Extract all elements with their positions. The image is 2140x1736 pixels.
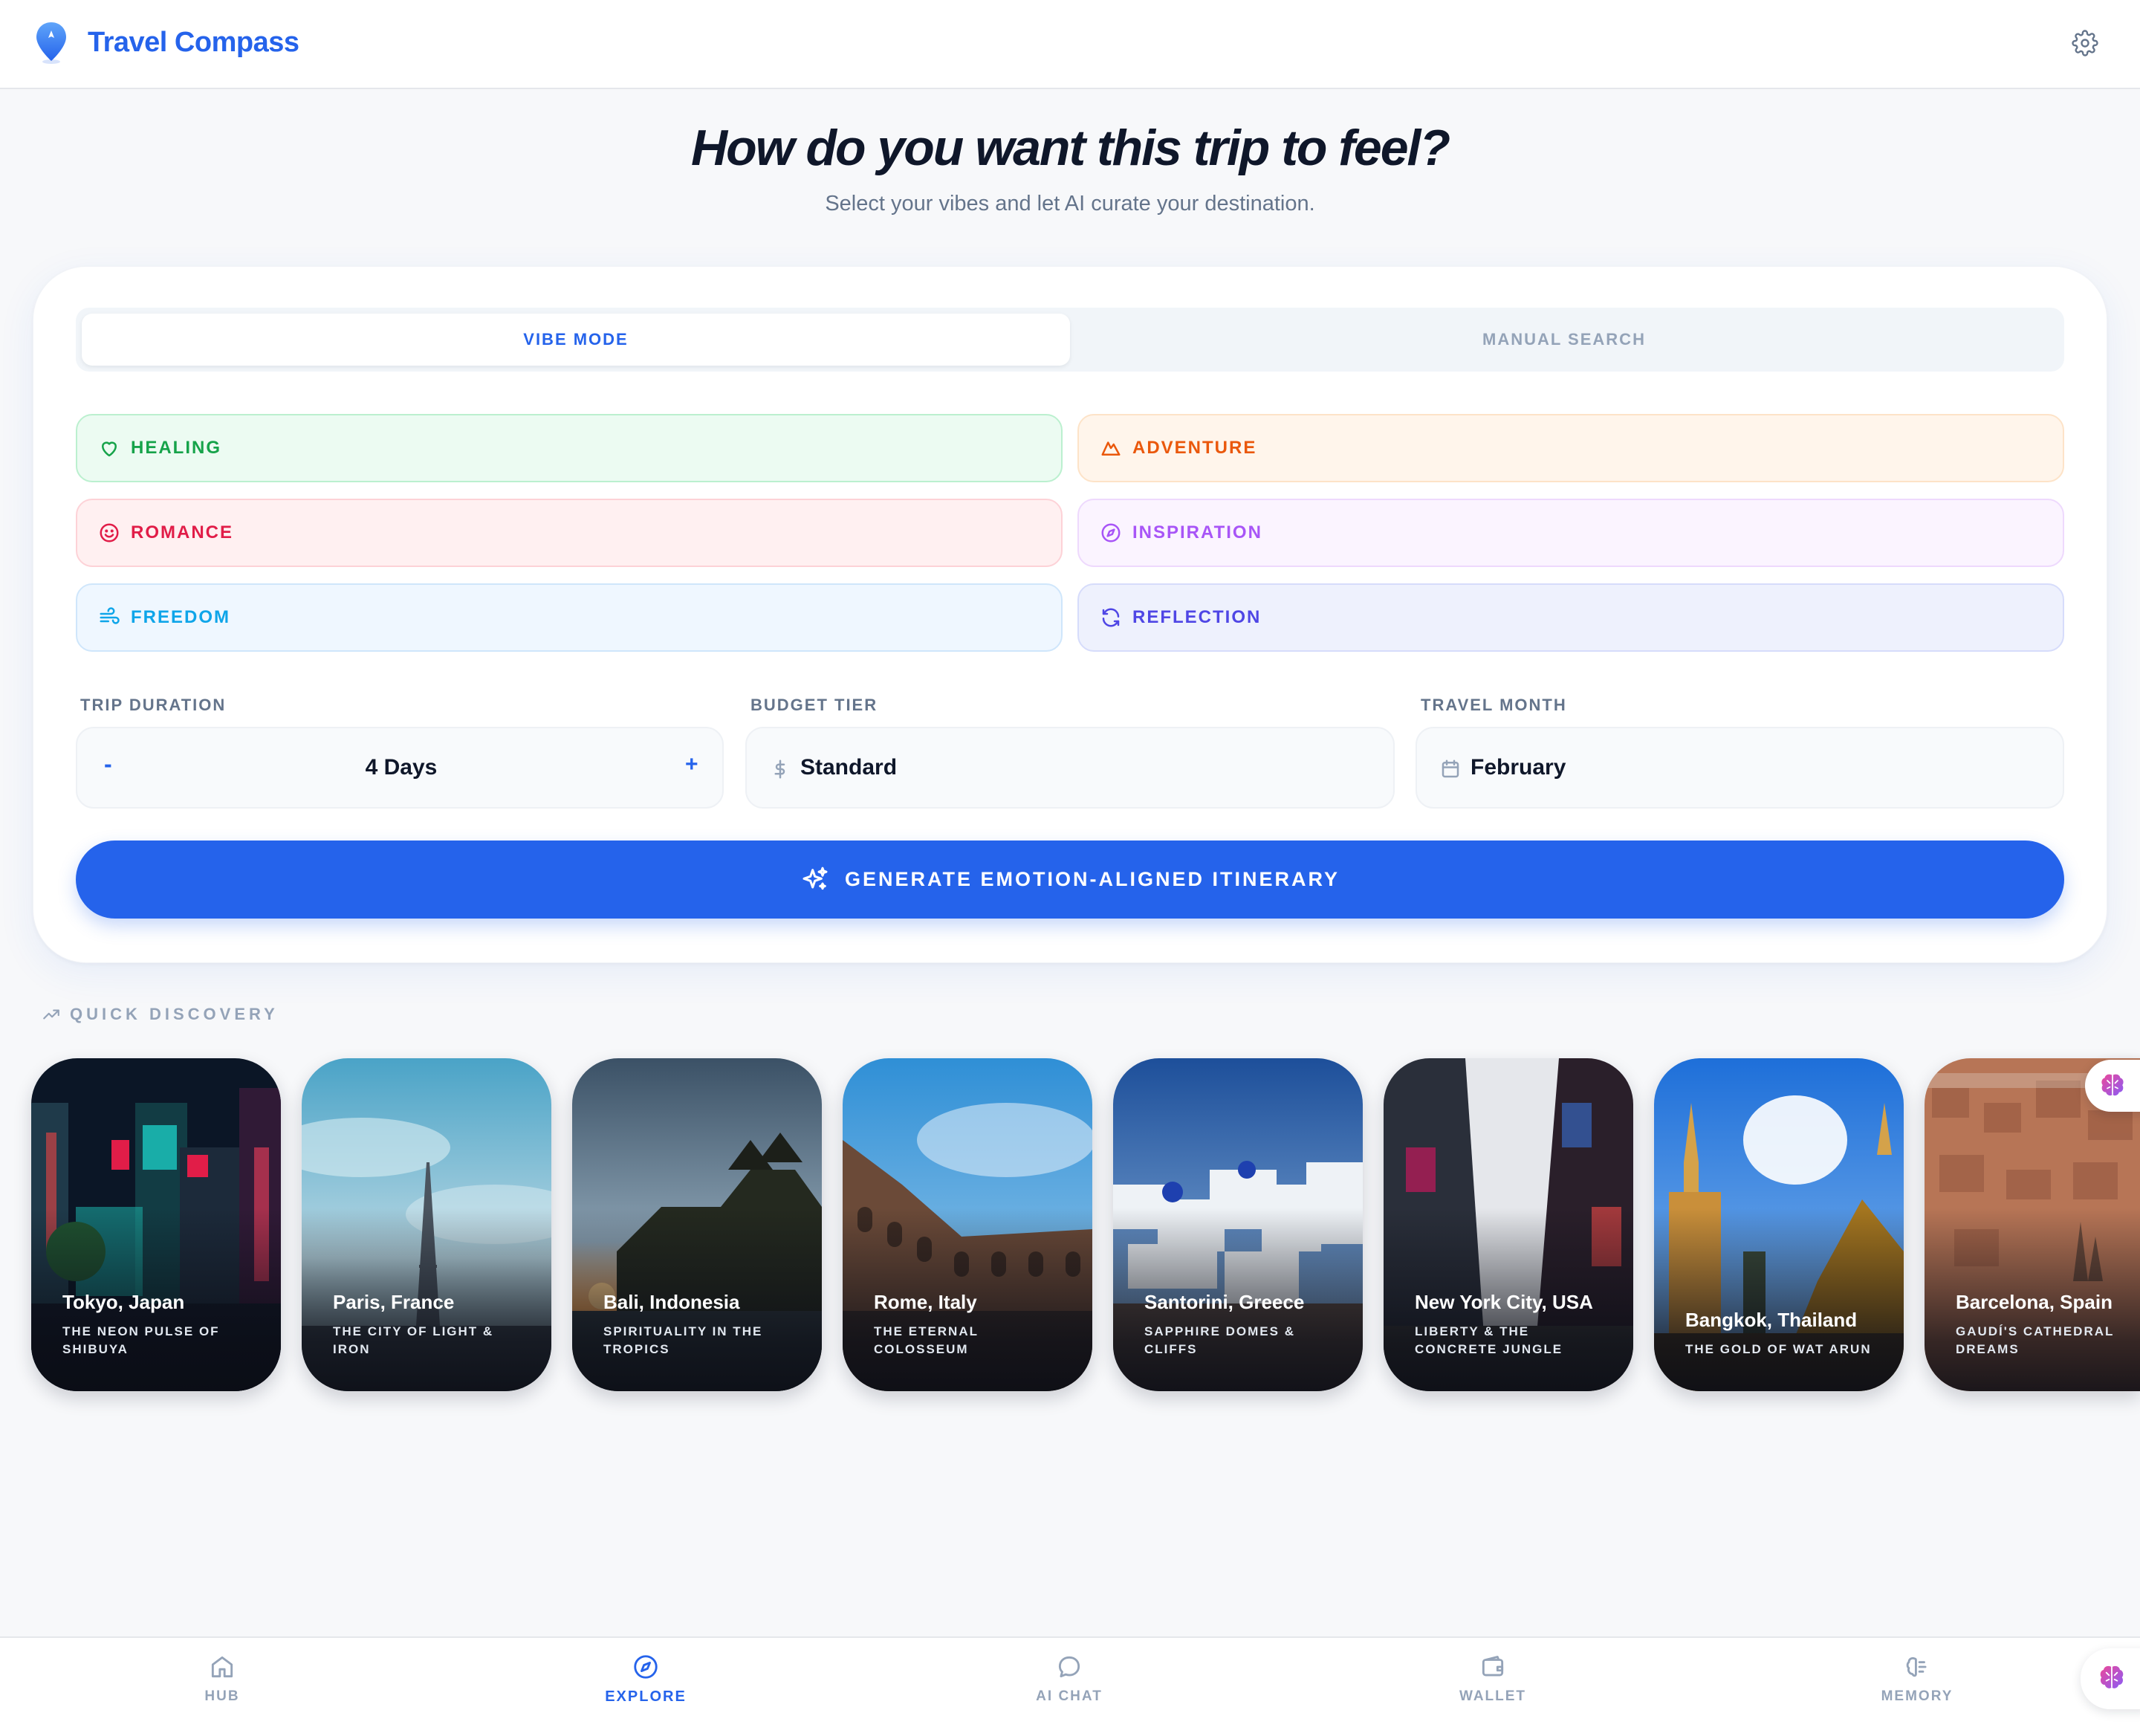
vibe-freedom-button[interactable]: FREEDOM xyxy=(76,583,1063,652)
nav-label: AI CHAT xyxy=(1036,1688,1103,1704)
top-bar: Travel Compass xyxy=(0,0,2140,89)
destination-name: New York City, USA xyxy=(1415,1291,1593,1313)
page-subtitle: Select your vibes and let AI curate your… xyxy=(825,192,1315,216)
wind-icon xyxy=(98,606,120,629)
duration-value: 4 Days xyxy=(365,755,438,780)
nav-label: WALLET xyxy=(1459,1688,1527,1704)
nav-memory[interactable]: MEMORY xyxy=(1828,1653,2006,1705)
nav-wallet[interactable]: WALLET xyxy=(1404,1653,1582,1705)
ai-assistant-button[interactable] xyxy=(2085,1060,2140,1112)
destination-card-bangkok[interactable]: Bangkok, Thailand THE GOLD OF WAT ARUN xyxy=(1654,1058,1904,1391)
gear-icon[interactable] xyxy=(2072,30,2098,56)
destination-tagline: THE ETERNAL COLOSSEUM xyxy=(874,1324,979,1356)
nav-label: EXPLORE xyxy=(605,1688,687,1705)
destination-tagline: GAUDÍ'S CATHEDRAL DREAMS xyxy=(1956,1324,2115,1356)
destination-tagline: THE CITY OF LIGHT & IRON xyxy=(333,1324,494,1356)
destination-card-new-york[interactable]: New York City, USA LIBERTY & THE CONCRET… xyxy=(1384,1058,1633,1391)
vibe-adventure-button[interactable]: ADVENTURE xyxy=(1077,414,2064,482)
home-icon xyxy=(211,1656,233,1678)
vibe-reflection-button[interactable]: REFLECTION xyxy=(1077,583,2064,652)
card-caption: Rome, Italy THE ETERNAL COLOSSEUM xyxy=(874,1291,1070,1358)
trending-up-icon xyxy=(43,1009,59,1020)
compass-icon xyxy=(634,1655,658,1679)
brain-icon xyxy=(2101,1074,2124,1096)
destination-name: Barcelona, Spain xyxy=(1956,1291,2113,1313)
travel-month-label: TRAVEL MONTH xyxy=(1421,696,1567,714)
card-caption: New York City, USA LIBERTY & THE CONCRET… xyxy=(1415,1291,1611,1358)
chat-bubble-icon xyxy=(1058,1656,1080,1678)
vibe-inspiration-button[interactable]: INSPIRATION xyxy=(1077,499,2064,567)
card-caption: Tokyo, Japan THE NEON PULSE OF SHIBUYA xyxy=(62,1291,259,1358)
heart-icon xyxy=(98,437,120,459)
destination-card-paris[interactable]: Paris, France THE CITY OF LIGHT & IRON xyxy=(302,1058,551,1391)
budget-tier-label: BUDGET TIER xyxy=(750,696,878,714)
quick-discovery-label: QUICK DISCOVERY xyxy=(70,1005,279,1023)
wallet-icon xyxy=(1482,1656,1504,1677)
refresh-icon xyxy=(1100,606,1122,629)
app-title: Travel Compass xyxy=(88,27,299,58)
destination-card-santorini[interactable]: Santorini, Greece SAPPHIRE DOMES & CLIFF… xyxy=(1113,1058,1363,1391)
destination-tagline: SPIRITUALITY IN THE TROPICS xyxy=(603,1324,763,1356)
nav-label: HUB xyxy=(204,1688,240,1704)
destination-tagline: THE NEON PULSE OF SHIBUYA xyxy=(62,1324,220,1356)
dollar-icon xyxy=(774,760,785,779)
destination-name: Paris, France xyxy=(333,1291,455,1313)
destination-name: Bangkok, Thailand xyxy=(1685,1309,1858,1331)
calendar-icon xyxy=(1442,760,1459,778)
vibe-label: ROMANCE xyxy=(131,522,233,542)
ai-assistant-dock-button[interactable] xyxy=(2081,1648,2140,1709)
card-caption: Paris, France THE CITY OF LIGHT & IRON xyxy=(333,1291,529,1358)
destination-tagline: LIBERTY & THE CONCRETE JUNGLE xyxy=(1415,1324,1563,1356)
card-caption: Bangkok, Thailand THE GOLD OF WAT ARUN xyxy=(1685,1309,1881,1358)
bottom-nav: HUB EXPLORE AI CHAT WALLET MEMORY xyxy=(0,1636,2140,1736)
brain-icon xyxy=(2100,1665,2124,1688)
generate-itinerary-button[interactable]: GENERATE EMOTION-ALIGNED ITINERARY xyxy=(76,841,2064,919)
budget-value: Standard xyxy=(800,755,898,780)
nav-ai-chat[interactable]: AI CHAT xyxy=(980,1653,1158,1705)
destination-name: Santorini, Greece xyxy=(1144,1291,1305,1313)
mode-tabs: VIBE MODE MANUAL SEARCH xyxy=(76,308,2064,372)
card-caption: Santorini, Greece SAPPHIRE DOMES & CLIFF… xyxy=(1144,1291,1340,1358)
vibe-label: INSPIRATION xyxy=(1132,522,1262,542)
vibe-healing-button[interactable]: HEALING xyxy=(76,414,1063,482)
card-caption: Barcelona, Spain GAUDÍ'S CATHEDRAL DREAM… xyxy=(1956,1291,2118,1358)
brain-icon xyxy=(1906,1656,1927,1677)
vibe-label: REFLECTION xyxy=(1132,607,1262,627)
destination-card-tokyo[interactable]: Tokyo, Japan THE NEON PULSE OF SHIBUYA xyxy=(31,1058,281,1391)
map-pin-logo-icon xyxy=(36,22,66,64)
increment-button[interactable]: + xyxy=(685,752,698,777)
mountain-icon xyxy=(1100,437,1122,459)
smile-icon xyxy=(98,522,120,544)
nav-label: MEMORY xyxy=(1881,1688,1953,1704)
compass-icon xyxy=(1100,522,1122,544)
month-value: February xyxy=(1471,755,1566,780)
destination-card-bali[interactable]: Bali, Indonesia SPIRITUALITY IN THE TROP… xyxy=(572,1058,822,1391)
quick-discovery-header: QUICK DISCOVERY xyxy=(42,1005,279,1024)
card-caption: Bali, Indonesia SPIRITUALITY IN THE TROP… xyxy=(603,1291,800,1358)
destination-card-rome[interactable]: Rome, Italy THE ETERNAL COLOSSEUM xyxy=(843,1058,1092,1391)
vibe-label: HEALING xyxy=(131,438,221,458)
duration-stepper: - 4 Days + xyxy=(76,727,724,809)
nav-explore[interactable]: EXPLORE xyxy=(557,1653,735,1706)
destination-name: Rome, Italy xyxy=(874,1291,977,1313)
vibe-label: FREEDOM xyxy=(131,607,230,627)
destination-name: Tokyo, Japan xyxy=(62,1291,185,1313)
trip-duration-label: TRIP DURATION xyxy=(80,696,227,714)
page-title: How do you want this trip to feel? xyxy=(691,120,1450,176)
generate-label: GENERATE EMOTION-ALIGNED ITINERARY xyxy=(844,868,1340,890)
sparkles-icon xyxy=(802,867,828,890)
tab-vibe-mode[interactable]: VIBE MODE xyxy=(82,314,1070,366)
budget-select[interactable]: Standard xyxy=(745,727,1395,809)
destination-name: Bali, Indonesia xyxy=(603,1291,740,1313)
tab-manual-search[interactable]: MANUAL SEARCH xyxy=(1070,314,2058,366)
vibe-label: ADVENTURE xyxy=(1132,438,1257,458)
destination-tagline: SAPPHIRE DOMES & CLIFFS xyxy=(1144,1324,1295,1356)
nav-hub[interactable]: HUB xyxy=(133,1653,311,1705)
vibe-romance-button[interactable]: ROMANCE xyxy=(76,499,1063,567)
month-select[interactable]: February xyxy=(1416,727,2064,809)
destination-tagline: THE GOLD OF WAT ARUN xyxy=(1685,1342,1872,1356)
